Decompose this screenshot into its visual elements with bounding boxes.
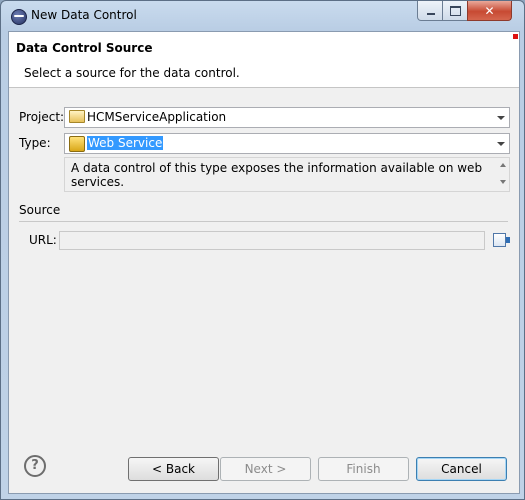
project-dropdown-button[interactable] [492, 108, 509, 127]
type-combo[interactable]: Web Service [64, 133, 510, 154]
dialog-body: Data Control Source Select a source for … [8, 31, 520, 494]
type-dropdown-button[interactable] [492, 134, 509, 153]
url-input[interactable] [59, 231, 485, 250]
maximize-button[interactable] [442, 1, 469, 21]
back-button[interactable]: < Back [128, 457, 219, 481]
header-banner: Data Control Source Select a source for … [9, 32, 519, 88]
folder-project-icon [69, 110, 85, 123]
page-title: Data Control Source [16, 41, 153, 55]
help-icon[interactable]: ? [24, 455, 46, 477]
minimize-button[interactable] [417, 1, 444, 21]
close-button[interactable]: ✕ [467, 1, 512, 21]
window-title: New Data Control [31, 8, 137, 22]
banner-marker [513, 34, 518, 39]
close-icon: ✕ [484, 3, 495, 18]
scroll-up-icon[interactable] [500, 163, 506, 167]
type-description: A data control of this type exposes the … [71, 161, 483, 189]
section-divider [19, 221, 508, 222]
scroll-down-icon[interactable] [500, 180, 506, 184]
cancel-button[interactable]: Cancel [416, 457, 507, 481]
chevron-down-icon [496, 141, 505, 146]
web-service-icon [69, 136, 85, 152]
type-value-text: Web Service [87, 136, 164, 150]
type-label: Type: [19, 136, 51, 150]
maximize-icon [450, 5, 461, 16]
chevron-down-icon [496, 115, 505, 120]
dialog-window: New Data Control ✕ Data Control Source S… [0, 0, 525, 500]
page-description: Select a source for the data control. [24, 66, 240, 80]
project-value: HCMServiceApplication [87, 110, 227, 124]
source-section-label: Source [19, 203, 61, 217]
browse-icon[interactable] [493, 233, 510, 247]
type-value: Web Service [87, 136, 164, 150]
eclipse-icon [11, 9, 27, 25]
title-bar[interactable]: New Data Control ✕ [1, 1, 524, 31]
finish-button[interactable]: Finish [318, 457, 409, 481]
next-button[interactable]: Next > [220, 457, 311, 481]
project-combo[interactable]: HCMServiceApplication [64, 107, 510, 128]
type-description-box[interactable]: A data control of this type exposes the … [64, 157, 510, 192]
project-label: Project: [19, 110, 65, 124]
url-label: URL: [29, 233, 57, 247]
minimize-icon [426, 12, 435, 15]
